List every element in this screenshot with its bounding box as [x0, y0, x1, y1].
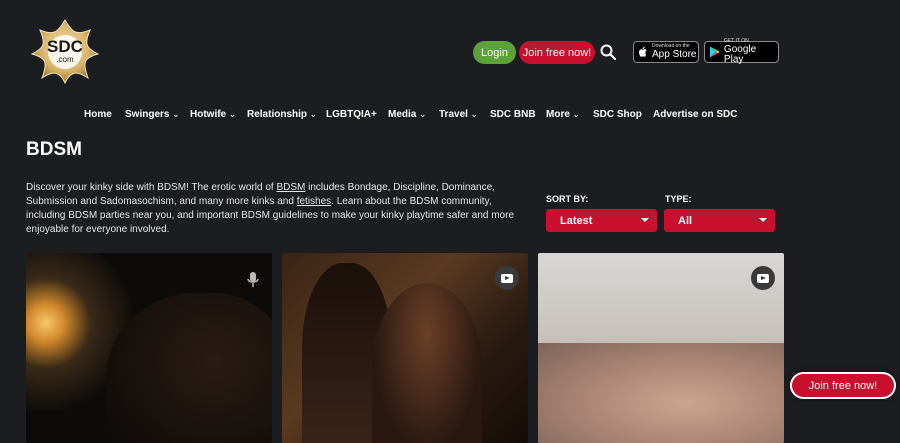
card-image-detail — [372, 283, 482, 443]
nav-label: Home — [84, 109, 112, 120]
intro-text: Discover your kinky side with BDSM! The … — [26, 181, 521, 237]
sort-by-value: Latest — [560, 214, 593, 227]
nav-item-advertise[interactable]: Advertise on SDC — [653, 109, 737, 120]
nav-item-more[interactable]: More ⌄ — [546, 109, 580, 120]
nav-item-sdc-shop[interactable]: SDC Shop — [593, 109, 642, 120]
login-button[interactable]: Login — [473, 41, 516, 64]
nav-label: Hotwife — [190, 109, 227, 120]
nav-label: Advertise on SDC — [653, 109, 738, 120]
bdsm-link[interactable]: BDSM — [276, 182, 305, 193]
nav-label: Relationship — [247, 109, 308, 120]
caret-down-icon — [641, 218, 649, 222]
logo-subtext: .com — [56, 55, 74, 64]
nav-item-media[interactable]: Media ⌄ — [388, 109, 426, 120]
sort-by-label: SORT BY: — [546, 194, 589, 204]
type-value: All — [678, 214, 693, 227]
apple-icon — [639, 46, 647, 57]
article-card[interactable] — [282, 253, 528, 443]
nav-item-swingers[interactable]: Swingers ⌄ — [125, 109, 179, 120]
nav-label: Swingers — [125, 109, 170, 120]
card-image — [538, 343, 784, 443]
chevron-down-icon: ⌄ — [310, 110, 317, 119]
video-icon — [757, 273, 769, 283]
article-card[interactable] — [538, 253, 784, 443]
fetishes-link[interactable]: fetishes — [297, 196, 331, 207]
video-badge — [751, 266, 775, 290]
nav-item-sdc-bnb[interactable]: SDC BNB — [490, 109, 536, 120]
join-free-button[interactable]: Join free now! — [519, 41, 595, 64]
type-select[interactable]: All — [664, 209, 775, 232]
video-badge — [495, 266, 519, 290]
nav-label: More — [546, 109, 570, 120]
nav-item-home[interactable]: Home — [84, 109, 112, 120]
page-title: BDSM — [26, 139, 82, 160]
microphone-icon — [247, 272, 259, 287]
floating-join-button[interactable]: Join free now! — [790, 372, 896, 399]
intro-part: Discover your kinky side with BDSM! The … — [26, 182, 277, 193]
chevron-down-icon: ⌄ — [470, 110, 478, 119]
video-icon — [501, 273, 513, 283]
nav-label: Media — [388, 109, 417, 120]
chevron-down-icon: ⌄ — [229, 110, 236, 119]
google-play-badge[interactable]: GET IT ON Google Play — [704, 39, 779, 65]
chevron-down-icon: ⌄ — [419, 110, 427, 119]
nav-label: LGBTQIA+ — [326, 109, 377, 120]
chevron-down-icon: ⌄ — [172, 110, 180, 119]
search-icon[interactable] — [600, 44, 616, 60]
google-play-text: Google Play — [723, 44, 757, 65]
nav-item-relationship[interactable]: Relationship ⌄ — [247, 109, 317, 120]
sort-by-select[interactable]: Latest — [546, 209, 657, 232]
card-image — [106, 293, 272, 443]
nav-label: Travel — [439, 109, 468, 120]
app-store-badge[interactable]: Download on the App Store — [633, 41, 699, 63]
type-label: TYPE: — [665, 194, 692, 204]
app-store-text: App Store — [652, 49, 697, 60]
nav-label: SDC Shop — [593, 109, 642, 120]
article-card[interactable] — [26, 253, 272, 443]
caret-down-icon — [759, 218, 767, 222]
nav-item-travel[interactable]: Travel ⌄ — [439, 109, 478, 120]
nav-item-hotwife[interactable]: Hotwife ⌄ — [190, 109, 236, 120]
sdc-logo[interactable]: SDC .com — [30, 18, 100, 85]
nav-label: SDC BNB — [490, 109, 536, 120]
chevron-down-icon: ⌄ — [572, 110, 580, 119]
google-play-icon — [709, 46, 720, 58]
logo-text: SDC — [47, 37, 83, 56]
nav-item-lgbtqia[interactable]: LGBTQIA+ — [326, 109, 377, 120]
